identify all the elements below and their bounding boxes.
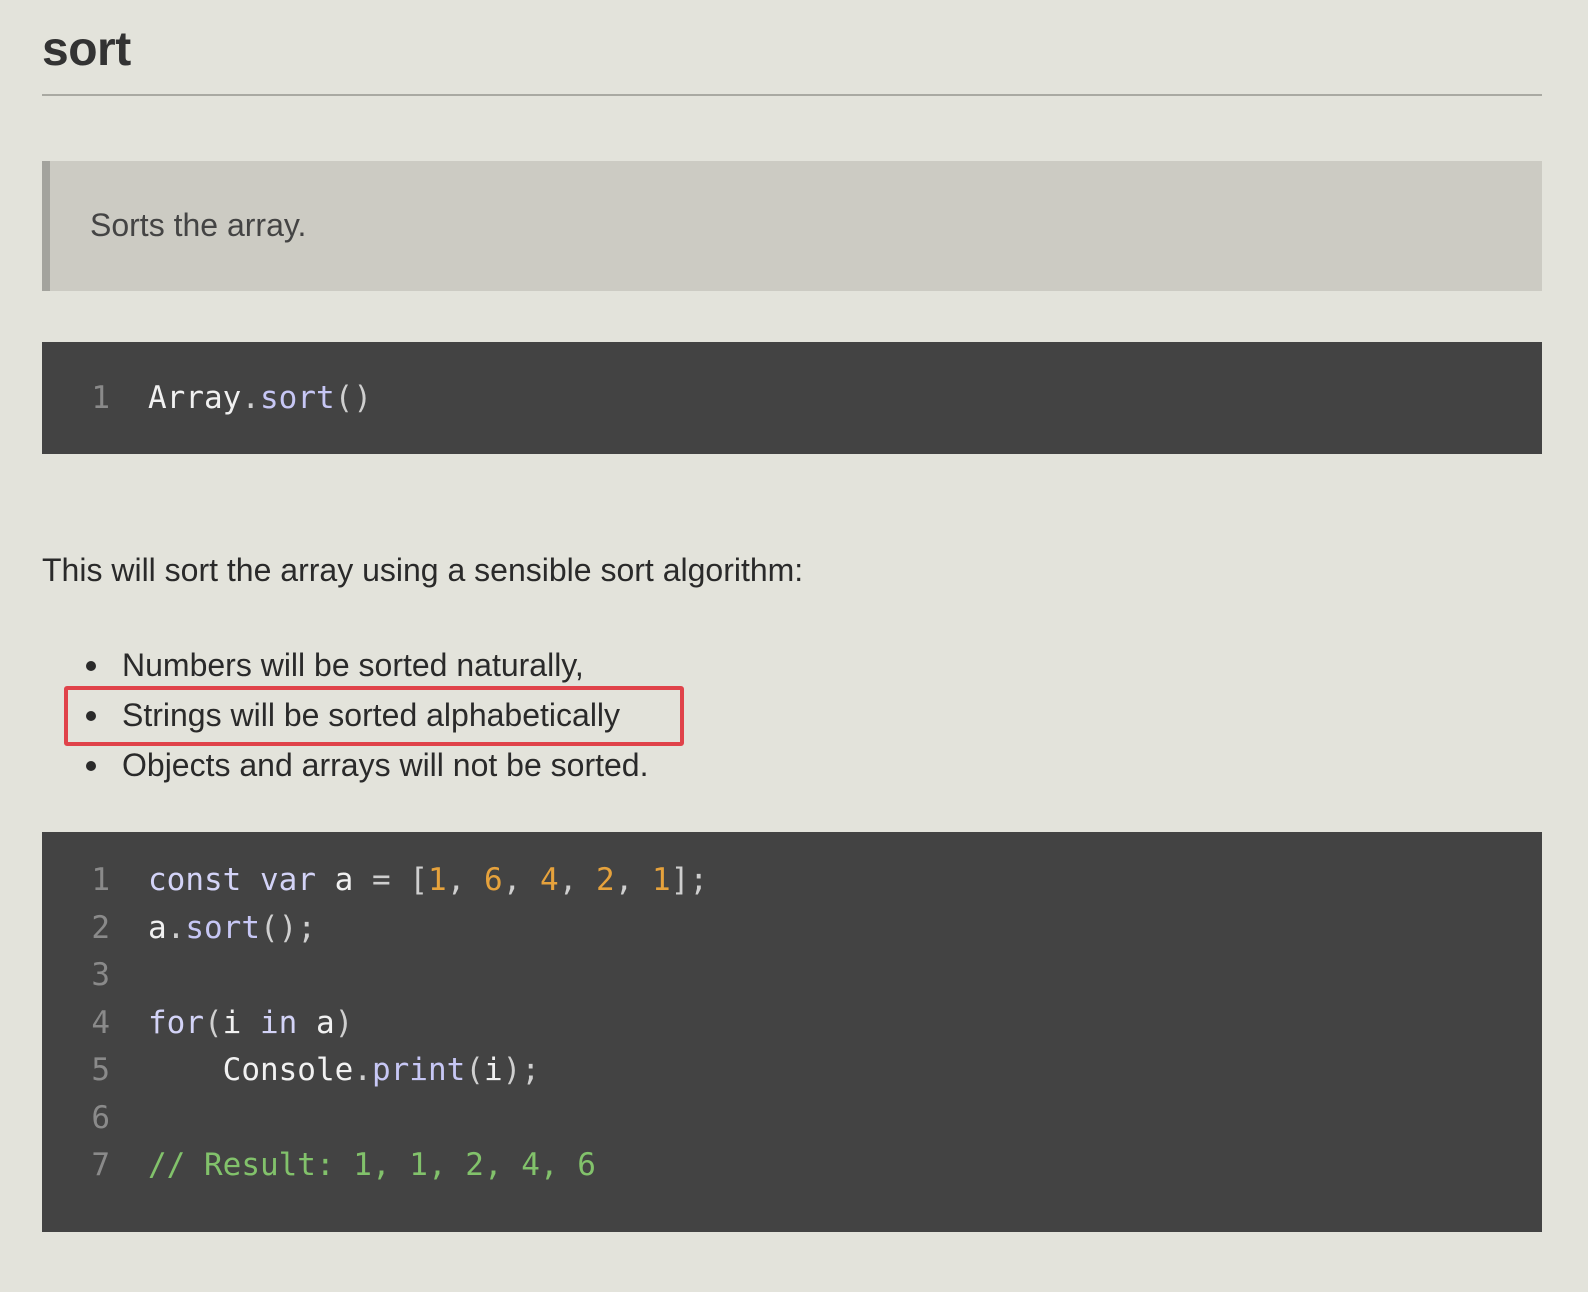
description-intro: This will sort the array using a sensibl… xyxy=(42,552,804,588)
code-token: () xyxy=(334,380,372,416)
code-source: for(i in a) xyxy=(148,999,353,1047)
code-token: Console xyxy=(148,1052,354,1088)
code-token: ) xyxy=(334,1004,354,1041)
code-token: . xyxy=(241,380,260,416)
code-token: for xyxy=(148,1004,204,1041)
line-number: 3 xyxy=(91,957,110,993)
code-token: (); xyxy=(260,909,316,946)
bullet-icon xyxy=(86,661,96,671)
code-token: sort xyxy=(260,380,335,416)
line-number: 7 xyxy=(91,1147,110,1183)
code-line: 3 xyxy=(42,951,1542,999)
code-line: 6 xyxy=(42,1094,1542,1142)
line-number: 4 xyxy=(91,1004,110,1041)
signature-code-block: 1 Array.sort() xyxy=(42,342,1542,454)
line-number: 1 xyxy=(91,862,110,898)
code-token: // Result: 1, 1, 2, 4, 6 xyxy=(148,1147,596,1183)
code-token: , xyxy=(446,862,485,898)
page-title: sort xyxy=(42,23,131,76)
list-item-numbers: Numbers will be sorted naturally, xyxy=(86,640,886,690)
code-source: a.sort(); xyxy=(148,904,316,952)
code-source: Console.print(i); xyxy=(148,1046,540,1094)
code-token: [ xyxy=(409,862,429,898)
code-token: print xyxy=(371,1052,466,1088)
list-item-objects: Objects and arrays will not be sorted. xyxy=(86,740,886,790)
list-item-text: Numbers will be sorted naturally, xyxy=(122,647,584,683)
example-code-block: 1 const var a = [1, 6, 4, 2, 1]; 2 a.sort()… xyxy=(42,832,1542,1232)
code-token: ]; xyxy=(670,862,709,898)
code-source: Array.sort() xyxy=(148,374,372,422)
code-token: 1 xyxy=(652,862,671,898)
code-token: var xyxy=(260,862,316,898)
line-number: 5 xyxy=(91,1052,110,1088)
code-token: sort xyxy=(185,909,260,946)
code-token: const xyxy=(148,862,242,898)
code-line: 5 Console.print(i); xyxy=(42,1046,1542,1094)
summary-text: Sorts the array. xyxy=(90,207,307,243)
line-number: 6 xyxy=(91,1099,110,1136)
code-token: , xyxy=(502,862,541,898)
code-token: . xyxy=(166,909,186,946)
code-token: = xyxy=(372,862,391,898)
line-number: 1 xyxy=(91,380,110,416)
line-number: 2 xyxy=(91,909,110,946)
code-source: const var a = [1, 6, 4, 2, 1]; xyxy=(148,856,708,904)
code-line: 7 // Result: 1, 1, 2, 4, 6 xyxy=(42,1141,1542,1189)
code-token: i xyxy=(483,1052,503,1088)
code-token: 1 xyxy=(428,862,447,898)
code-token: , xyxy=(558,862,597,898)
code-token: a xyxy=(297,1004,335,1041)
code-token: ( xyxy=(204,1004,223,1041)
code-token: 4 xyxy=(540,862,559,898)
code-line: 1 const var a = [1, 6, 4, 2, 1]; xyxy=(42,856,1542,904)
code-line: 2 a.sort(); xyxy=(42,904,1542,952)
title-divider xyxy=(42,94,1542,96)
code-source: // Result: 1, 1, 2, 4, 6 xyxy=(148,1141,596,1189)
code-token: a xyxy=(148,909,167,946)
code-token: 2 xyxy=(596,862,615,898)
code-token: ( xyxy=(465,1052,484,1088)
code-token: 6 xyxy=(484,862,503,898)
code-token: in xyxy=(260,1004,298,1041)
code-token: , xyxy=(614,862,653,898)
code-token: ); xyxy=(502,1052,540,1088)
code-token: i xyxy=(222,1004,260,1041)
code-token: Array xyxy=(148,380,242,416)
list-item-text: Objects and arrays will not be sorted. xyxy=(122,747,649,783)
code-line: 4 for(i in a) xyxy=(42,999,1542,1047)
summary-blockquote: Sorts the array. xyxy=(42,161,1542,291)
bullet-icon xyxy=(86,761,96,771)
code-token: . xyxy=(353,1052,372,1088)
highlight-annotation-box xyxy=(64,686,684,746)
code-token: a xyxy=(316,862,372,898)
code-line: 1 Array.sort() xyxy=(42,374,1542,422)
